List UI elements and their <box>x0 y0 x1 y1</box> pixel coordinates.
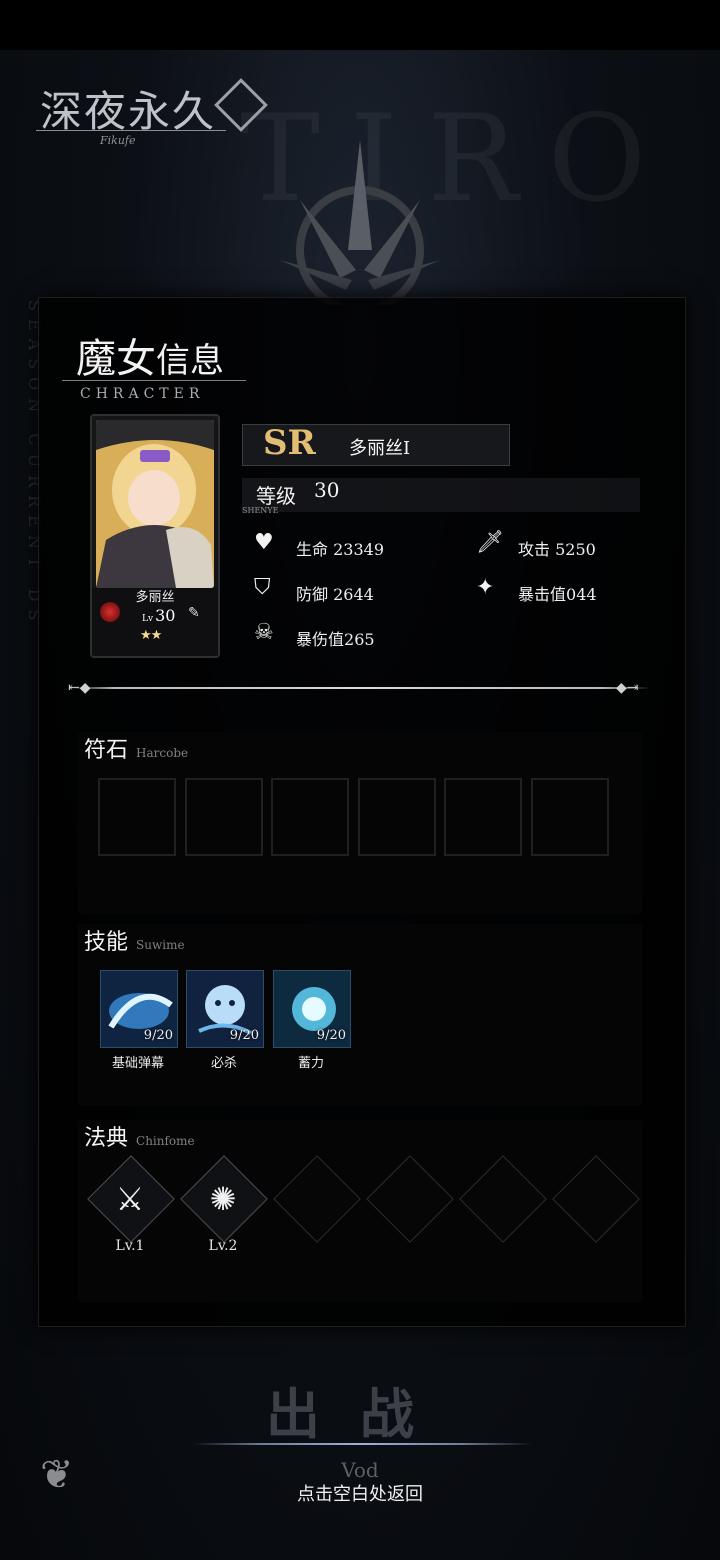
skill-charge[interactable]: 9/20 <box>273 970 351 1048</box>
sortie-underline <box>192 1443 532 1445</box>
feather-back-icon[interactable]: ❦ <box>40 1452 96 1518</box>
divider-left-ornament: ⇤◆ <box>68 680 91 696</box>
rune-slot-6[interactable] <box>531 778 609 856</box>
vod-label: Vod <box>341 1458 379 1482</box>
character-card[interactable]: 多丽丝 Lv 30 ✎ ★★ <box>90 414 220 658</box>
runes-section: 符石 Harcobe <box>78 732 642 914</box>
runes-title: 符石 Harcobe <box>84 738 189 763</box>
skills-title: 技能 Suwime <box>84 930 185 955</box>
crossed-blades-icon: ⚔ <box>115 1180 145 1218</box>
sortie-button[interactable]: 出战 <box>0 1370 720 1449</box>
logo-subtitle: Fikufe <box>100 134 136 147</box>
codex-slot-3[interactable] <box>273 1155 361 1243</box>
card-stars: ★★ <box>140 628 162 643</box>
rune-slot-4[interactable] <box>358 778 436 856</box>
section-divider <box>68 687 650 689</box>
skill-name: 基础弹幕 <box>111 1056 164 1071</box>
character-portrait <box>96 420 214 588</box>
skill-count: 9/20 <box>143 1028 173 1043</box>
fire-element-icon <box>100 602 120 622</box>
stat-crit-damage: ☠ 暴伤值265 <box>254 620 375 649</box>
skill-basic-barrage[interactable]: 9/20 <box>100 970 178 1048</box>
skill-name: 蓄力 <box>297 1056 324 1071</box>
codex-title: 法典 Chinfome <box>84 1126 195 1151</box>
stat-attack: 🗡 攻击 5250 <box>476 530 596 559</box>
rarity-badge: SR <box>263 423 316 463</box>
skill-ultimate[interactable]: 9/20 <box>186 970 264 1048</box>
codex-slot-4[interactable] <box>366 1155 454 1243</box>
shield-icon: ⛉ <box>254 575 271 600</box>
weapon-type-icon: ✎ <box>188 605 200 621</box>
level-subtext: SHENYE <box>242 506 279 515</box>
codex-section: 法典 Chinfome ⚔ Lv.1 ✺ Lv.2 <box>78 1120 642 1302</box>
logo-underline <box>36 130 226 131</box>
skill-count: 9/20 <box>316 1028 346 1043</box>
crit-icon: ✦ <box>476 575 495 600</box>
divider-right-ornament: ◆⇥ <box>616 680 639 696</box>
rune-slot-5[interactable] <box>444 778 522 856</box>
panel-subtitle: CHRACTER <box>80 386 205 402</box>
sword-icon: 🗡 <box>476 530 504 555</box>
codex-level: Lv.2 <box>208 1238 238 1254</box>
spider-icon: ✺ <box>209 1180 237 1218</box>
rune-slot-2[interactable] <box>185 778 263 856</box>
codex-slot-6[interactable] <box>552 1155 640 1243</box>
level-value: 30 <box>314 478 340 502</box>
heart-icon: ♥ <box>254 530 274 555</box>
back-hint[interactable]: 点击空白处返回 <box>0 1480 720 1506</box>
game-logo: 深夜永久 Fikufe <box>36 78 276 148</box>
stat-crit: ✦ 暴击值044 <box>476 575 597 604</box>
panel-title: 魔女信息 <box>76 336 224 382</box>
codex-level: Lv.1 <box>115 1238 145 1254</box>
logo-diamond-icon <box>214 78 268 132</box>
skill-count: 9/20 <box>229 1028 259 1043</box>
crown-emblem-icon <box>280 140 440 305</box>
card-level: Lv 30 <box>142 606 176 625</box>
stat-hp: ♥ 生命 23349 <box>254 530 385 559</box>
hero-name: 多丽丝I <box>349 438 411 459</box>
rune-slot-1[interactable] <box>98 778 176 856</box>
status-bar <box>0 0 720 50</box>
stat-defense: ⛉ 防御 2644 <box>254 575 374 604</box>
skull-icon: ☠ <box>254 620 274 645</box>
rune-slot-3[interactable] <box>271 778 349 856</box>
level-label: 等级 <box>256 484 296 508</box>
codex-slot-5[interactable] <box>459 1155 547 1243</box>
level-row: 等级 30 SHENYE <box>242 478 640 515</box>
skills-section: 技能 Suwime 9/20 基础弹幕 9/20 必杀 9/20 蓄力 <box>78 924 642 1106</box>
panel-title-underline <box>62 380 246 381</box>
skill-name: 必杀 <box>210 1056 237 1071</box>
name-bar: SR 多丽丝I <box>242 423 510 466</box>
